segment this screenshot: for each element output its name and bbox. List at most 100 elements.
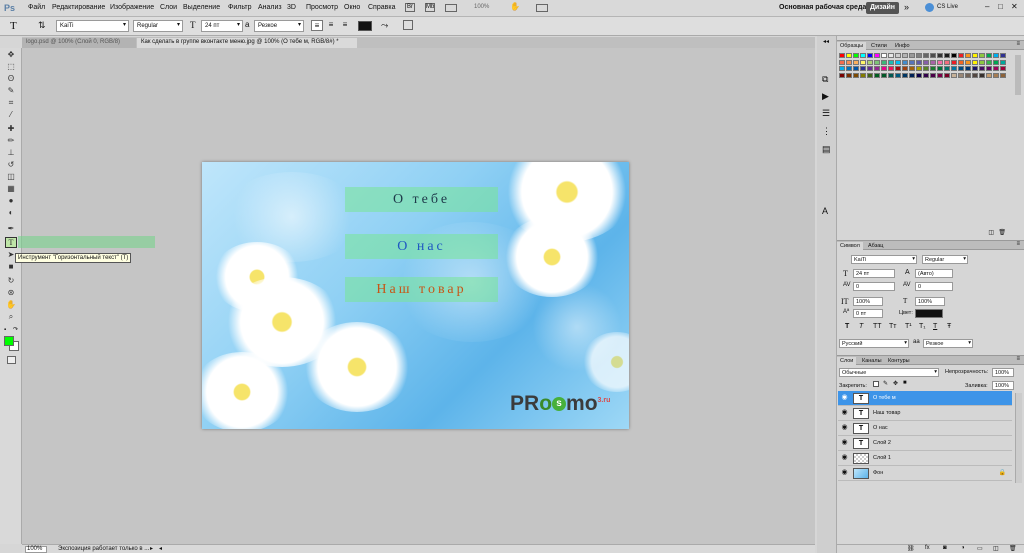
- menu-edit[interactable]: Редактирование: [52, 4, 105, 11]
- pen-tool-icon[interactable]: ✒: [5, 224, 17, 235]
- char-font-family[interactable]: KaiTi ▾: [851, 255, 917, 264]
- shape-tool-icon[interactable]: ■: [5, 262, 17, 273]
- menu-image[interactable]: Изображение: [110, 4, 154, 11]
- color-swatch[interactable]: [902, 66, 908, 71]
- color-swatch[interactable]: [902, 59, 908, 65]
- layer-style-icon[interactable]: fx: [925, 545, 930, 551]
- color-swatch[interactable]: [867, 66, 873, 71]
- color-swatch[interactable]: [888, 59, 894, 65]
- color-swatch[interactable]: [888, 66, 894, 71]
- color-swatch[interactable]: [909, 66, 915, 71]
- char-font-style[interactable]: Regular ▾: [922, 255, 968, 264]
- fill-field[interactable]: 100%: [992, 381, 1014, 390]
- arrange-icon[interactable]: [536, 4, 548, 12]
- blur-tool-icon[interactable]: ●: [5, 196, 17, 207]
- color-swatch[interactable]: [839, 59, 845, 65]
- color-swatch[interactable]: [951, 72, 957, 78]
- lock-position-icon[interactable]: ✥: [893, 380, 898, 387]
- color-swatch[interactable]: [979, 59, 985, 65]
- color-swatch[interactable]: [951, 59, 957, 65]
- color-swatch[interactable]: [958, 59, 964, 65]
- text-tool-preset-icon[interactable]: T: [10, 20, 17, 32]
- marquee-tool-icon[interactable]: ⬚: [5, 62, 17, 73]
- color-swatch[interactable]: [944, 59, 950, 65]
- color-swatch[interactable]: [937, 66, 943, 71]
- lasso-tool-icon[interactable]: ʘ: [5, 74, 17, 85]
- color-swatch[interactable]: [909, 53, 915, 58]
- align-right-icon[interactable]: ≡: [339, 20, 351, 31]
- color-swatch[interactable]: [979, 66, 985, 71]
- eye-icon[interactable]: ◉: [840, 469, 849, 477]
- dodge-tool-icon[interactable]: ◐: [5, 208, 17, 219]
- history-brush-icon[interactable]: ↺: [5, 160, 17, 171]
- stamp-tool-icon[interactable]: ⊥: [5, 148, 17, 159]
- actions-panel-icon[interactable]: ▶: [822, 91, 829, 102]
- char-kerning[interactable]: 0: [853, 282, 895, 291]
- zoom-level[interactable]: 100%: [474, 4, 489, 10]
- color-swatch[interactable]: [839, 66, 845, 71]
- opacity-field[interactable]: 100%: [992, 368, 1014, 377]
- color-swatch[interactable]: [993, 59, 999, 65]
- layer-row[interactable]: ◉ T О нас: [838, 421, 1012, 436]
- font-family-select[interactable]: KaiTi ▾: [56, 20, 129, 32]
- tab-layers[interactable]: Слои: [837, 357, 857, 365]
- faux-bold-button[interactable]: T: [845, 323, 849, 330]
- tab-styles[interactable]: Стили: [868, 42, 890, 50]
- menu-filter[interactable]: Фильтр: [228, 4, 252, 11]
- char-color-swatch[interactable]: [915, 309, 943, 318]
- extras-icon[interactable]: [445, 4, 457, 12]
- superscript-button[interactable]: T¹: [905, 323, 912, 330]
- color-swatch[interactable]: [846, 59, 852, 65]
- color-swatch[interactable]: [930, 59, 936, 65]
- healing-tool-icon[interactable]: ✚: [5, 124, 17, 135]
- workspace-name[interactable]: Основная рабочая среда: [779, 4, 866, 11]
- color-swatch[interactable]: [1000, 53, 1006, 58]
- layer-row[interactable]: ◉ T О тебе м: [838, 391, 1012, 406]
- color-swatch[interactable]: [923, 66, 929, 71]
- menu-3d[interactable]: 3D: [287, 4, 296, 11]
- panel-menu-icon[interactable]: ≡: [1016, 356, 1020, 362]
- color-swatch[interactable]: [1000, 66, 1006, 71]
- 3d-orbit-tool-icon[interactable]: ⊛: [5, 288, 17, 299]
- maximize-icon[interactable]: □: [998, 2, 1003, 11]
- lock-pixels-icon[interactable]: ✎: [883, 380, 888, 387]
- 3d-rotate-tool-icon[interactable]: ↻: [5, 276, 17, 287]
- menu-file[interactable]: Файл: [28, 4, 45, 11]
- eye-icon[interactable]: ◉: [840, 439, 849, 447]
- hand-tool-icon[interactable]: ✋: [5, 300, 17, 311]
- align-center-icon[interactable]: ≡: [325, 20, 337, 31]
- color-swatch[interactable]: [1000, 72, 1006, 78]
- color-swatch[interactable]: [839, 53, 845, 58]
- color-swatch[interactable]: [965, 72, 971, 78]
- color-swatch[interactable]: [965, 59, 971, 65]
- color-swatch[interactable]: [930, 72, 936, 78]
- lock-transparent-icon[interactable]: [873, 381, 879, 387]
- color-swatch[interactable]: [895, 72, 901, 78]
- zoom-tool-icon[interactable]: ⌕: [5, 312, 17, 323]
- menu-layers[interactable]: Слои: [160, 4, 177, 11]
- color-swatch[interactable]: [958, 66, 964, 71]
- char-tracking[interactable]: 0: [915, 282, 953, 291]
- char-leading[interactable]: (Авто): [915, 269, 953, 278]
- doc-tab-logo[interactable]: logo.psd @ 100% (Слой 0, RGB/8): [22, 38, 136, 48]
- new-group-icon[interactable]: ▭: [977, 545, 983, 552]
- color-swatch[interactable]: [944, 72, 950, 78]
- color-swatch[interactable]: [881, 66, 887, 71]
- eyedropper-tool-icon[interactable]: ⁄: [5, 110, 17, 121]
- text-color-swatch[interactable]: [358, 21, 372, 31]
- color-swatch[interactable]: [853, 72, 859, 78]
- color-swatch[interactable]: [937, 72, 943, 78]
- close-icon[interactable]: ✕: [1011, 2, 1018, 11]
- color-swatch[interactable]: [895, 59, 901, 65]
- workspace-more-icon[interactable]: »: [904, 2, 909, 12]
- new-layer-icon[interactable]: ◫: [993, 545, 999, 552]
- color-swatch[interactable]: [909, 72, 915, 78]
- color-swatch[interactable]: [951, 66, 957, 71]
- small-caps-button[interactable]: Tт: [889, 323, 896, 330]
- color-swatch[interactable]: [1000, 59, 1006, 65]
- move-tool-icon[interactable]: ✥: [5, 50, 17, 61]
- color-swatch[interactable]: [916, 53, 922, 58]
- color-swatch[interactable]: [874, 53, 880, 58]
- strikethrough-button[interactable]: Ŧ: [947, 323, 951, 330]
- color-swatch[interactable]: [909, 59, 915, 65]
